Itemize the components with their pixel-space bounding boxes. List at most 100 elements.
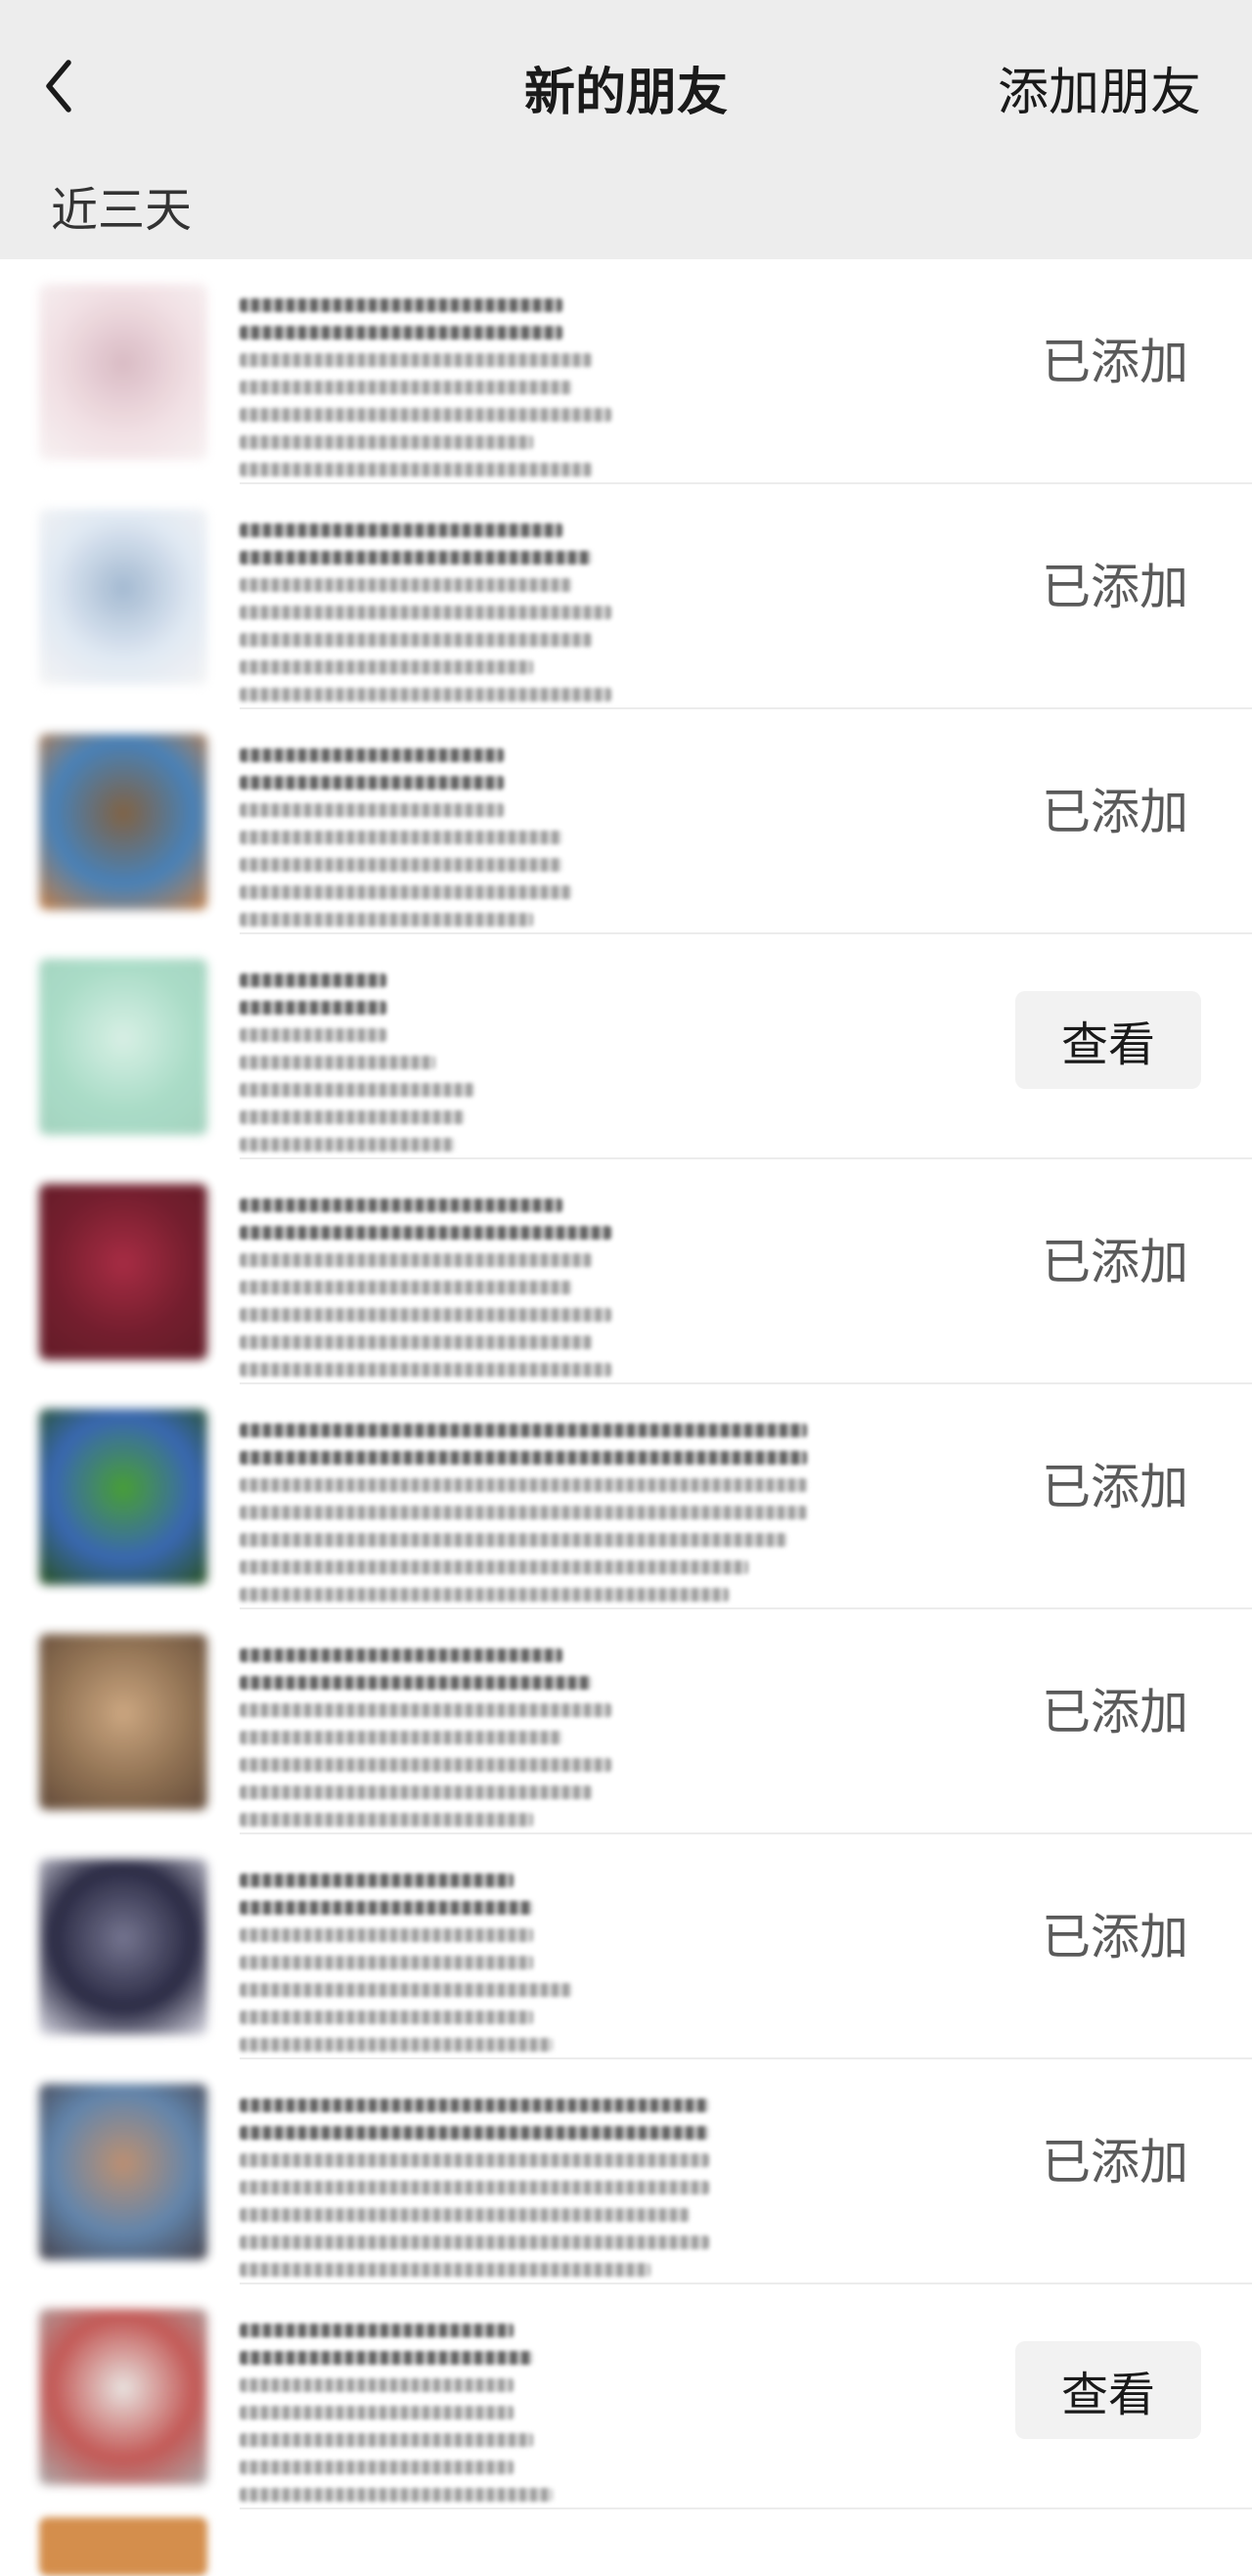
avatar[interactable] [39,2084,207,2260]
obscured-text-line [240,1533,787,1547]
avatar[interactable] [39,959,207,1135]
obscured-request-message [240,2099,748,2277]
obscured-text-line [240,1676,592,1690]
obscured-text-line [240,2208,690,2222]
friend-request-row[interactable]: 已添加 [0,1384,1252,1609]
obscured-text-line [240,551,592,565]
friend-request-row[interactable]: 已添加 [0,709,1252,934]
friend-request-row[interactable]: 已添加 [0,1834,1252,2059]
obscured-request-message [240,2324,748,2502]
obscured-text-line [240,1424,807,1437]
obscured-text-line [240,1560,748,1574]
obscured-text-line [240,2153,709,2167]
avatar[interactable] [39,1634,207,1810]
friend-request-row[interactable]: 已添加 [0,1159,1252,1384]
obscured-text-line [240,2263,650,2277]
obscured-text-line [240,2488,553,2502]
avatar[interactable] [39,1859,207,2035]
friend-request-row[interactable]: 已添加 [0,1609,1252,1834]
obscured-text-line [240,353,592,367]
obscured-text-line [240,1874,514,1887]
obscured-text-line [240,1308,611,1322]
friend-request-row[interactable]: 查看 [0,2284,1252,2509]
obscured-request-message [240,748,748,926]
obscured-text-line [240,1983,572,1997]
obscured-text-line [240,2038,553,2052]
obscured-text-line [240,1110,465,1124]
obscured-text-line [240,2236,709,2249]
obscured-text-line [240,1335,592,1349]
obscured-request-message [240,1198,748,1377]
obscured-text-line [240,606,611,619]
status-added-label: 已添加 [1042,334,1188,390]
obscured-text-line [240,1731,562,1744]
chevron-left-icon[interactable] [39,57,82,115]
obscured-text-line [240,1198,562,1212]
obscured-text-line [240,1813,533,1827]
avatar[interactable] [39,1409,207,1585]
status-added-label: 已添加 [1042,2134,1188,2191]
obscured-text-line [240,1001,386,1015]
obscured-text-line [240,2126,709,2140]
obscured-text-line [240,1138,455,1152]
section-header: 近三天 [0,171,1252,259]
status-added-label: 已添加 [1042,1909,1188,1966]
obscured-text-line [240,2433,533,2447]
obscured-text-line [240,858,562,872]
obscured-request-message [240,298,748,476]
obscured-text-line [240,578,572,592]
avatar[interactable] [39,2517,207,2576]
avatar[interactable] [39,734,207,910]
status-added-label: 已添加 [1042,559,1188,615]
navigation-bar: 新的朋友 添加朋友 [0,0,1252,171]
obscured-text-line [240,1588,729,1602]
avatar[interactable] [39,1184,207,1360]
obscured-text-line [240,1785,592,1799]
obscured-text-line [240,1928,533,1942]
obscured-text-line [240,1758,611,1772]
obscured-request-message [240,1874,748,2052]
view-request-button[interactable]: 查看 [1015,2341,1201,2439]
obscured-text-line [240,1028,386,1042]
obscured-text-line [240,803,504,817]
obscured-text-line [240,973,386,987]
status-added-label: 已添加 [1042,1459,1188,1515]
view-request-button[interactable]: 查看 [1015,991,1201,1089]
friend-request-row[interactable]: 已添加 [0,2059,1252,2284]
obscured-text-line [240,1083,474,1097]
obscured-text-line [240,408,611,422]
obscured-text-line [240,2011,533,2024]
avatar[interactable] [39,509,207,685]
friend-request-row[interactable]: 已添加 [0,259,1252,484]
obscured-text-line [240,1253,592,1267]
obscured-text-line [240,1478,807,1492]
obscured-request-message [240,1649,748,1827]
obscured-text-line [240,1056,435,1069]
obscured-text-line [240,381,572,394]
friend-request-list: 已添加 已添加 已添加 查看 已添加 已添加 已添加 已添加 已添加 查看 [0,259,1252,2576]
status-added-label: 已添加 [1042,1684,1188,1740]
obscured-request-message [240,1424,807,1602]
obscured-text-line [240,2378,514,2392]
obscured-text-line [240,776,504,790]
obscured-text-line [240,1956,533,1969]
avatar[interactable] [39,2309,207,2485]
avatar[interactable] [39,284,207,460]
obscured-text-line [240,2461,514,2474]
add-friend-button[interactable]: 添加朋友 [998,51,1201,124]
obscured-text-line [240,1506,807,1519]
obscured-text-line [240,688,611,701]
obscured-text-line [240,748,504,762]
friend-request-row[interactable]: 查看 [0,934,1252,1159]
obscured-text-line [240,2099,709,2112]
obscured-text-line [240,2181,709,2194]
friend-request-row[interactable]: 已添加 [0,484,1252,709]
obscured-text-line [240,660,533,674]
friend-request-row-partial[interactable] [0,2509,1252,2576]
obscured-text-line [240,326,562,339]
obscured-text-line [240,1226,611,1240]
status-added-label: 已添加 [1042,1234,1188,1290]
obscured-text-line [240,1363,611,1377]
obscured-text-line [240,885,572,899]
section-label-recent-three-days: 近三天 [51,183,193,238]
